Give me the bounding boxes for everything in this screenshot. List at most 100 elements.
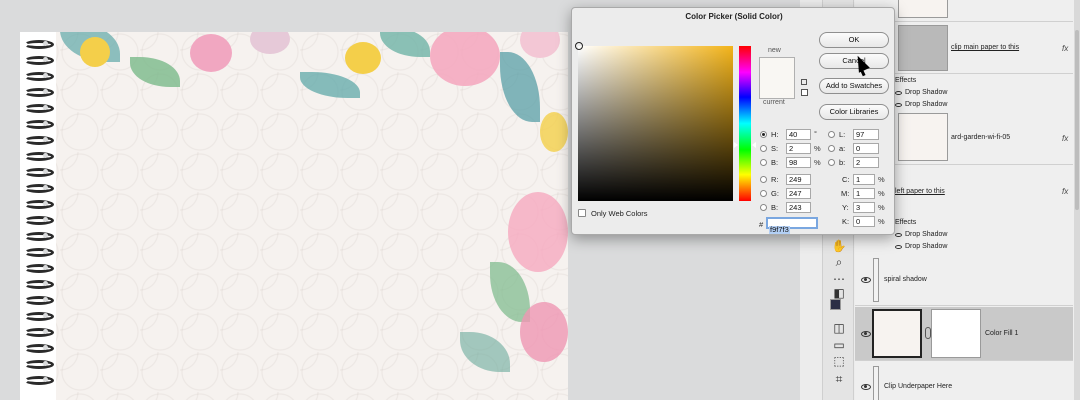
hue-slider-arrow-left[interactable] [734, 142, 738, 148]
flower-decoration [540, 112, 568, 152]
flower-decoration [190, 34, 232, 72]
visibility-icon[interactable] [861, 277, 871, 283]
quick-mask-icon[interactable]: ◫ [831, 321, 847, 335]
photoshop-window: ✋ ⌕ ⋯ ◧ ◫ ▭ ⬚ ⌗ clip main paper to this … [0, 0, 1080, 400]
c-input[interactable]: 1 [853, 174, 875, 185]
h-input[interactable]: 40 [786, 129, 811, 140]
visibility-icon[interactable] [895, 233, 902, 237]
add-to-swatches-button[interactable]: Add to Swatches [819, 78, 889, 94]
planner-page[interactable] [20, 32, 568, 400]
effect-drop-shadow[interactable]: Drop Shadow [905, 243, 947, 250]
only-web-colors-checkbox[interactable] [578, 209, 586, 217]
layer-thumbnail [873, 258, 879, 302]
layer-thumbnail [898, 0, 948, 18]
flower-decoration [520, 32, 560, 58]
l-input[interactable]: 97 [853, 129, 879, 140]
effects-label: Effects [895, 219, 917, 226]
s-radio[interactable] [760, 145, 767, 152]
blue-radio[interactable] [760, 204, 767, 211]
web-safe-swatch-icon[interactable] [801, 89, 808, 96]
b-radio[interactable] [760, 159, 767, 166]
layer-row-color-fill[interactable]: Color Fill 1 [855, 307, 1073, 361]
b-input[interactable]: 98 [786, 157, 811, 168]
screen-mode-icon[interactable]: ▭ [831, 338, 847, 352]
g-radio[interactable] [760, 190, 767, 197]
g-input[interactable]: 247 [786, 188, 811, 199]
current-color-label: current [763, 99, 785, 106]
layer-name[interactable]: ard-garden-wi-fi-05 [951, 134, 1010, 141]
spiral-ring [24, 264, 54, 273]
layer-name[interactable]: Clip Underpaper Here [884, 383, 952, 390]
y-input[interactable]: 3 [853, 202, 875, 213]
spiral-ring [24, 72, 54, 81]
leaf-decoration [460, 332, 510, 372]
color-libraries-button[interactable]: Color Libraries [819, 104, 889, 120]
hex-value[interactable]: f9f7f3 [769, 226, 790, 234]
saturation-brightness-field[interactable] [578, 46, 733, 201]
leaf-decoration [300, 72, 360, 98]
c-label: C: [842, 175, 850, 184]
hand-icon[interactable]: ✋ [831, 239, 847, 253]
m-label: M: [841, 189, 850, 198]
effect-drop-shadow[interactable]: Drop Shadow [905, 89, 947, 96]
visibility-icon[interactable] [895, 91, 902, 95]
more-icon[interactable]: ⋯ [831, 272, 847, 286]
layer-name[interactable]: Color Fill 1 [985, 330, 1018, 337]
spiral-ring [24, 168, 54, 177]
layer-name[interactable]: clip main paper to this [951, 44, 1019, 51]
h-radio[interactable] [760, 131, 767, 138]
fx-icon[interactable]: fx [1062, 134, 1068, 143]
spiral-ring [24, 376, 54, 385]
r-input[interactable]: 249 [786, 174, 811, 185]
hex-prefix: # [759, 220, 764, 229]
out-of-gamut-cube-icon[interactable] [801, 79, 807, 85]
hex-input[interactable]: f9f7f3 [766, 217, 818, 234]
layer-name[interactable]: spiral shadow [884, 276, 927, 283]
hue-slider-arrow-right[interactable] [752, 142, 756, 148]
blue-input[interactable]: 243 [786, 202, 811, 213]
lab-b-input[interactable]: 2 [853, 157, 879, 168]
frame-icon[interactable]: ⬚ [831, 354, 847, 368]
lab-b-radio[interactable] [828, 159, 835, 166]
spiral-ring [24, 200, 54, 209]
effect-drop-shadow[interactable]: Drop Shadow [905, 101, 947, 108]
layer-name[interactable]: left paper to this [895, 188, 945, 195]
flower-decoration [508, 192, 568, 272]
visibility-icon[interactable] [895, 245, 902, 249]
visibility-icon[interactable] [895, 103, 902, 107]
spiral-ring [24, 360, 54, 369]
r-radio[interactable] [760, 176, 767, 183]
s-unit: % [814, 144, 821, 153]
hue-slider[interactable] [739, 46, 751, 201]
b-unit: % [814, 158, 821, 167]
layer-row-clip-underpaper[interactable]: Clip Underpaper Here [855, 362, 1073, 400]
flower-decoration [345, 42, 381, 74]
visibility-icon[interactable] [861, 384, 871, 390]
spiral-ring [24, 184, 54, 193]
color-fill-thumbnail[interactable] [872, 309, 922, 358]
s-input[interactable]: 2 [786, 143, 811, 154]
a-input[interactable]: 0 [853, 143, 879, 154]
a-radio[interactable] [828, 145, 835, 152]
zoom-icon[interactable]: ⌕ [831, 255, 847, 269]
current-color-swatch[interactable] [759, 78, 795, 99]
spiral-ring [24, 296, 54, 305]
new-color-swatch [759, 57, 795, 78]
visibility-icon[interactable] [861, 331, 871, 337]
default-colors-icon[interactable]: ◧ [831, 286, 847, 300]
effect-drop-shadow[interactable]: Drop Shadow [905, 231, 947, 238]
ok-button[interactable]: OK [819, 32, 889, 48]
extras-icon[interactable]: ⌗ [831, 372, 847, 386]
layers-scrollbar-thumb[interactable] [1075, 30, 1079, 210]
fx-icon[interactable]: fx [1062, 44, 1068, 53]
layer-row-spiral-shadow[interactable]: spiral shadow [855, 254, 1073, 306]
color-field-cursor[interactable] [575, 42, 583, 50]
l-radio[interactable] [828, 131, 835, 138]
effects-label: Effects [895, 77, 917, 84]
l-label: L: [839, 130, 846, 139]
layer-mask-thumbnail[interactable] [931, 309, 981, 358]
k-input[interactable]: 0 [853, 216, 875, 227]
foreground-color-swatch[interactable] [830, 299, 841, 310]
fx-icon[interactable]: fx [1062, 187, 1068, 196]
m-input[interactable]: 1 [853, 188, 875, 199]
